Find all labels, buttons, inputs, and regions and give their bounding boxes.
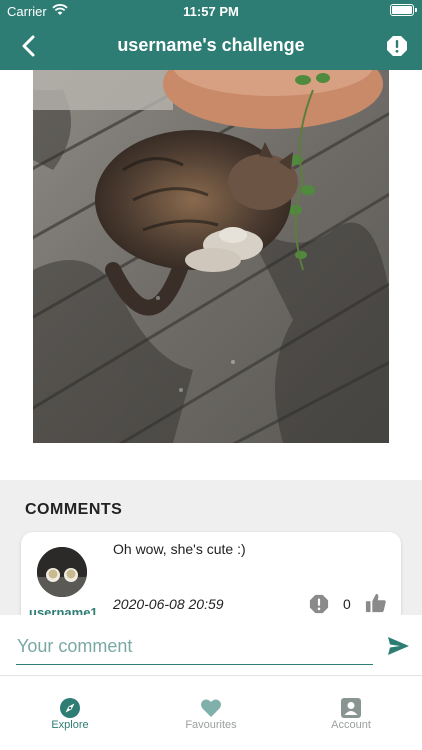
tab-label: Explore: [51, 719, 89, 731]
thumbs-up-icon[interactable]: [365, 592, 387, 614]
tab-account[interactable]: Account: [281, 676, 421, 736]
tab-favourites[interactable]: Favourites: [141, 676, 281, 736]
avatar-image: [37, 547, 87, 597]
tab-label: Favourites: [185, 719, 237, 731]
clock: 11:57 PM: [183, 4, 239, 19]
send-icon[interactable]: [386, 634, 410, 658]
back-arrow-icon[interactable]: [16, 33, 42, 59]
like-count: 0: [343, 596, 351, 612]
avatar[interactable]: [37, 547, 87, 597]
comments-heading: COMMENTS: [25, 501, 123, 518]
app-bar: username's challenge: [0, 22, 422, 70]
tab-bar: Explore Favourites Account: [0, 675, 422, 750]
heart-icon: [201, 699, 221, 717]
page-title: username's challenge: [117, 35, 305, 55]
account-icon: [341, 698, 361, 718]
report-icon[interactable]: [386, 35, 408, 57]
tab-label: Account: [331, 719, 371, 731]
status-bar: Carrier 11:57 PM: [0, 0, 422, 22]
comments-section: COMMENTS username1 Oh wow, she's cute :)…: [0, 480, 422, 632]
challenge-photo: [33, 70, 389, 443]
comment-timestamp: 2020-06-08 20:59: [113, 596, 224, 612]
battery-icon: [390, 4, 417, 16]
comment-input[interactable]: [16, 629, 373, 665]
compass-icon: [60, 698, 80, 718]
comment-text: Oh wow, she's cute :): [113, 541, 246, 557]
report-comment-icon[interactable]: [309, 594, 329, 614]
tab-explore[interactable]: Explore: [0, 676, 140, 736]
comment-input-bar: [0, 615, 422, 675]
